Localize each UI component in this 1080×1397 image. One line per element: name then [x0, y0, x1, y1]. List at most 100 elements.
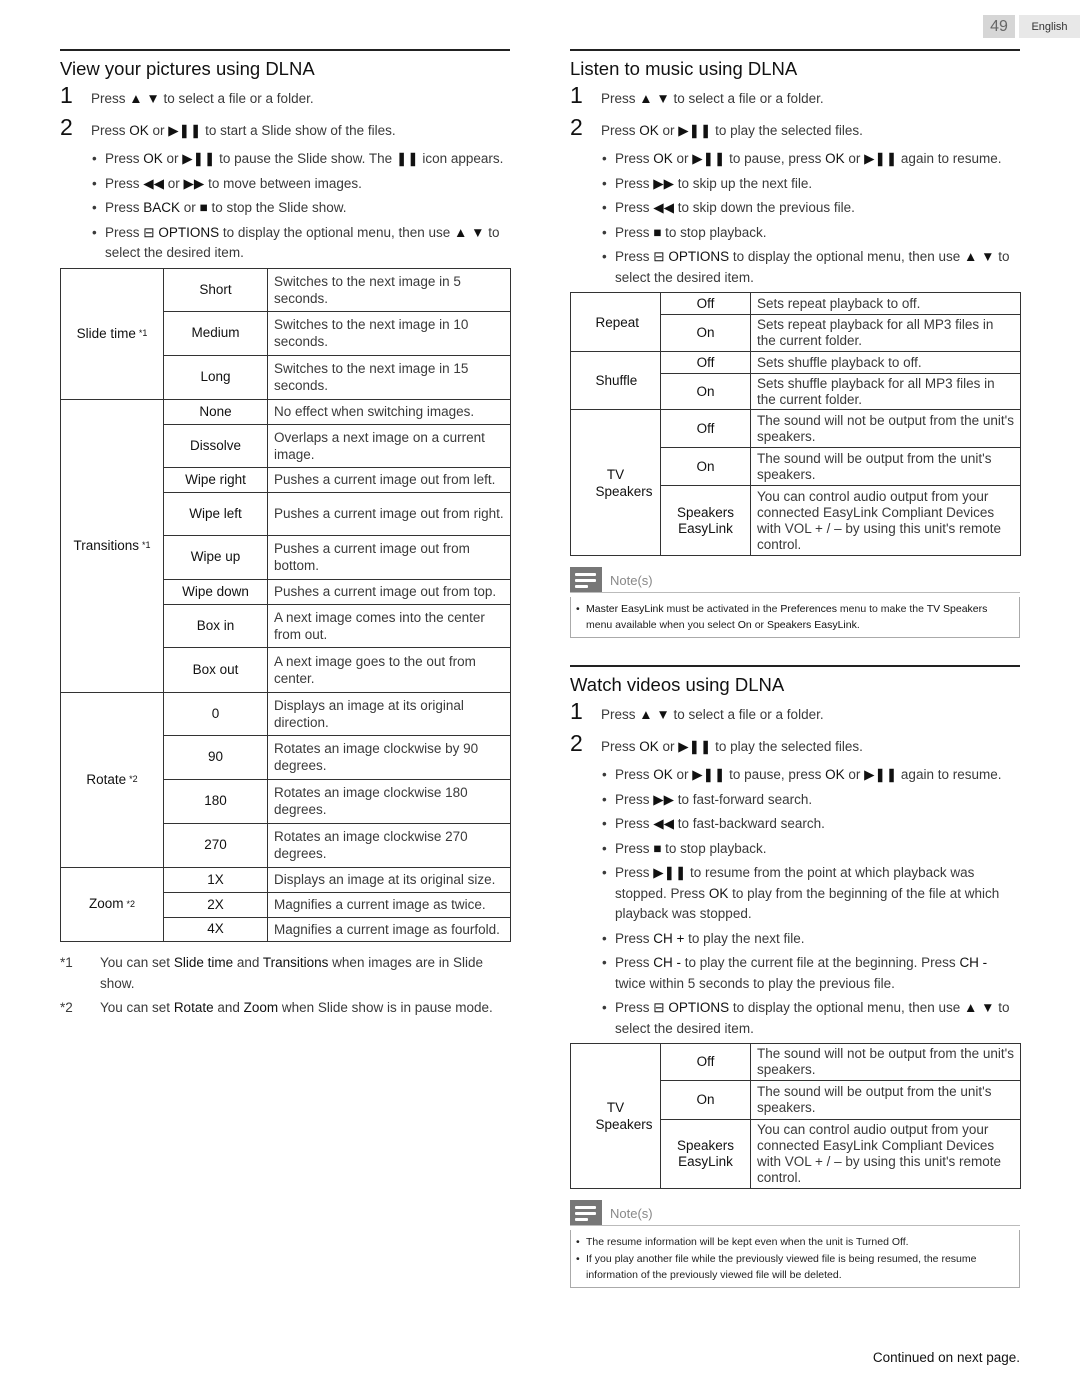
- bold-text: ▲ ▼: [639, 91, 670, 106]
- table-row: TV Speakers Off The sound will not be outp…: [570, 1043, 1021, 1189]
- footnote-mark: *2: [126, 898, 136, 909]
- text-segment: Press: [615, 249, 654, 264]
- option-value: None: [163, 398, 268, 425]
- option-value: Wipe left: [163, 491, 268, 536]
- step-2: 2 Press OK or ▶❚❚ to start a Slide show o…: [60, 114, 510, 146]
- text-segment: Press: [105, 224, 144, 240]
- setting-name: Rotate: [86, 771, 127, 787]
- option-description: Rotates an image clockwise by 90 degrees…: [267, 734, 511, 780]
- text-segment: Press: [601, 91, 640, 106]
- bullet-list: Press OK or ▶❚❚ to pause, press OK or ▶❚…: [602, 149, 1020, 288]
- option-description: Overlaps a next image on a current image…: [267, 423, 511, 468]
- text-segment: or: [751, 619, 767, 631]
- option-description: Rotates an image clockwise 180 degrees.: [267, 778, 511, 824]
- icon-line: [575, 585, 588, 588]
- setting-label: Shuffle: [570, 351, 661, 410]
- option-description: Rotates an image clockwise 270 degrees.: [267, 822, 511, 868]
- bold-text: ▶▶: [653, 175, 675, 191]
- setting-label: TV Speakers: [570, 1043, 661, 1189]
- text-segment: Press: [105, 200, 144, 215]
- option-description: The sound will not be output from the un…: [750, 409, 1021, 448]
- text-segment: If you play another file while the previ…: [586, 1253, 977, 1281]
- option-value: Off: [660, 292, 751, 315]
- option-value: On: [660, 1080, 751, 1120]
- text-segment: or: [658, 123, 679, 138]
- text-segment: Press: [615, 955, 654, 970]
- step-number: 1: [60, 82, 73, 108]
- text-segment: to play the selected files.: [711, 739, 863, 754]
- section-rule: [570, 49, 1020, 51]
- bold-text: ❚❚: [395, 151, 419, 166]
- text-segment: or: [162, 151, 183, 166]
- step-number: 2: [60, 114, 73, 140]
- text-segment: and: [213, 999, 244, 1015]
- text-segment: Press: [601, 707, 640, 722]
- setting-name: TV Speakers: [595, 1100, 653, 1132]
- option-value: 2X: [163, 891, 268, 918]
- option-value: 180: [163, 778, 268, 824]
- text-segment: You can set: [100, 999, 174, 1015]
- setting-label: Transitions *1: [60, 398, 164, 693]
- bold-text: ▲ ▼: [639, 707, 670, 722]
- table-row: Zoom *2 1X Displays an image at its origina…: [60, 866, 511, 942]
- notes-icon: [570, 1200, 602, 1225]
- step-2: 2 Press OK or ▶❚❚ to play the selected fi…: [570, 114, 1020, 146]
- bold-text: OK: [143, 151, 163, 166]
- note-item: The resume information will be kept even…: [576, 1234, 1014, 1250]
- bullet-item: Press ■ to stop playback.: [602, 223, 1020, 244]
- notes: Note(s) Master EasyLink must be activated…: [570, 567, 1020, 638]
- bullet-item: Press OK or ▶❚❚ to pause, press OK or ▶❚…: [602, 149, 1020, 170]
- option-value: Off: [660, 409, 751, 448]
- bold-text: ▶❚❚: [864, 151, 898, 166]
- text-segment: or: [148, 123, 169, 138]
- option-value: 270: [163, 822, 268, 868]
- step-1: 1 Press ▲ ▼ to select a file or a folder.: [570, 82, 1020, 114]
- text-segment: You can set: [100, 954, 174, 970]
- bold-text: Transitions: [262, 954, 329, 970]
- setting-name: Zoom: [88, 896, 124, 912]
- continued-text: Continued on next page.: [872, 1350, 1020, 1365]
- text-segment: menu available when you select: [586, 619, 738, 631]
- option-description: Pushes a current image out from right.: [267, 491, 511, 536]
- footnote-text: You can set Rotate and Zoom when Slide s…: [100, 997, 493, 1018]
- text-segment: Press: [91, 91, 130, 106]
- bold-text: ▶❚❚: [653, 865, 687, 880]
- text-segment: to fast-backward search.: [674, 816, 825, 831]
- option-value: Wipe down: [163, 578, 268, 605]
- option-description: Sets shuffle playback to off.: [750, 351, 1021, 374]
- table-row: Repeat Off Sets repeat playback to off.: [570, 292, 1021, 352]
- text-segment: to stop playback.: [661, 224, 767, 240]
- text-segment: Press: [615, 930, 654, 946]
- text-segment: and: [233, 954, 263, 970]
- bold-text: ▲ ▼: [129, 91, 160, 106]
- bullet-item: Press ⊟ OPTIONS to display the optional …: [92, 223, 510, 264]
- text-segment: must be activated in the: [663, 603, 781, 615]
- note-item: Master EasyLink must be activated in the…: [576, 601, 1014, 633]
- bold-text: ◀◀: [653, 816, 675, 831]
- bold-text: ▶❚❚: [168, 123, 202, 138]
- bold-text: Master EasyLink: [586, 603, 664, 615]
- text-segment: to display the optional menu, then use: [219, 224, 454, 240]
- setting-label: Repeat: [570, 292, 661, 352]
- notes-box: Master EasyLink must be activated in the…: [570, 597, 1020, 638]
- option-description: Displays an image at its original direct…: [267, 691, 511, 736]
- text-segment: Press: [615, 791, 654, 807]
- option-description: The sound will not be output from the un…: [750, 1043, 1021, 1081]
- step-number: 1: [570, 82, 583, 108]
- option-value: On: [660, 447, 751, 486]
- option-value: 4X: [163, 916, 268, 942]
- bold-text: ◀◀: [653, 200, 675, 215]
- option-description: Switches to the next image in 15 seconds…: [267, 354, 511, 400]
- text-segment: to display the optional menu, then use: [729, 1000, 964, 1015]
- setting-label: Rotate *2: [60, 691, 164, 868]
- text-segment: Press: [615, 816, 654, 831]
- text-segment: Press: [615, 200, 654, 215]
- footnote: *2 You can set Rotate and Zoom when Slide…: [60, 997, 510, 1018]
- option-description: Switches to the next image in 5 seconds.: [267, 267, 511, 312]
- text-segment: to select a file or a folder.: [159, 91, 314, 106]
- bold-text: ⊟ OPTIONS: [143, 224, 220, 240]
- icon-line: [575, 573, 596, 576]
- section-pictures: View your pictures using DLNA 1 Press ▲ ▼ …: [60, 49, 511, 1021]
- section-title: Watch videos using DLNA: [570, 674, 785, 695]
- section-title: View your pictures using DLNA: [60, 58, 315, 79]
